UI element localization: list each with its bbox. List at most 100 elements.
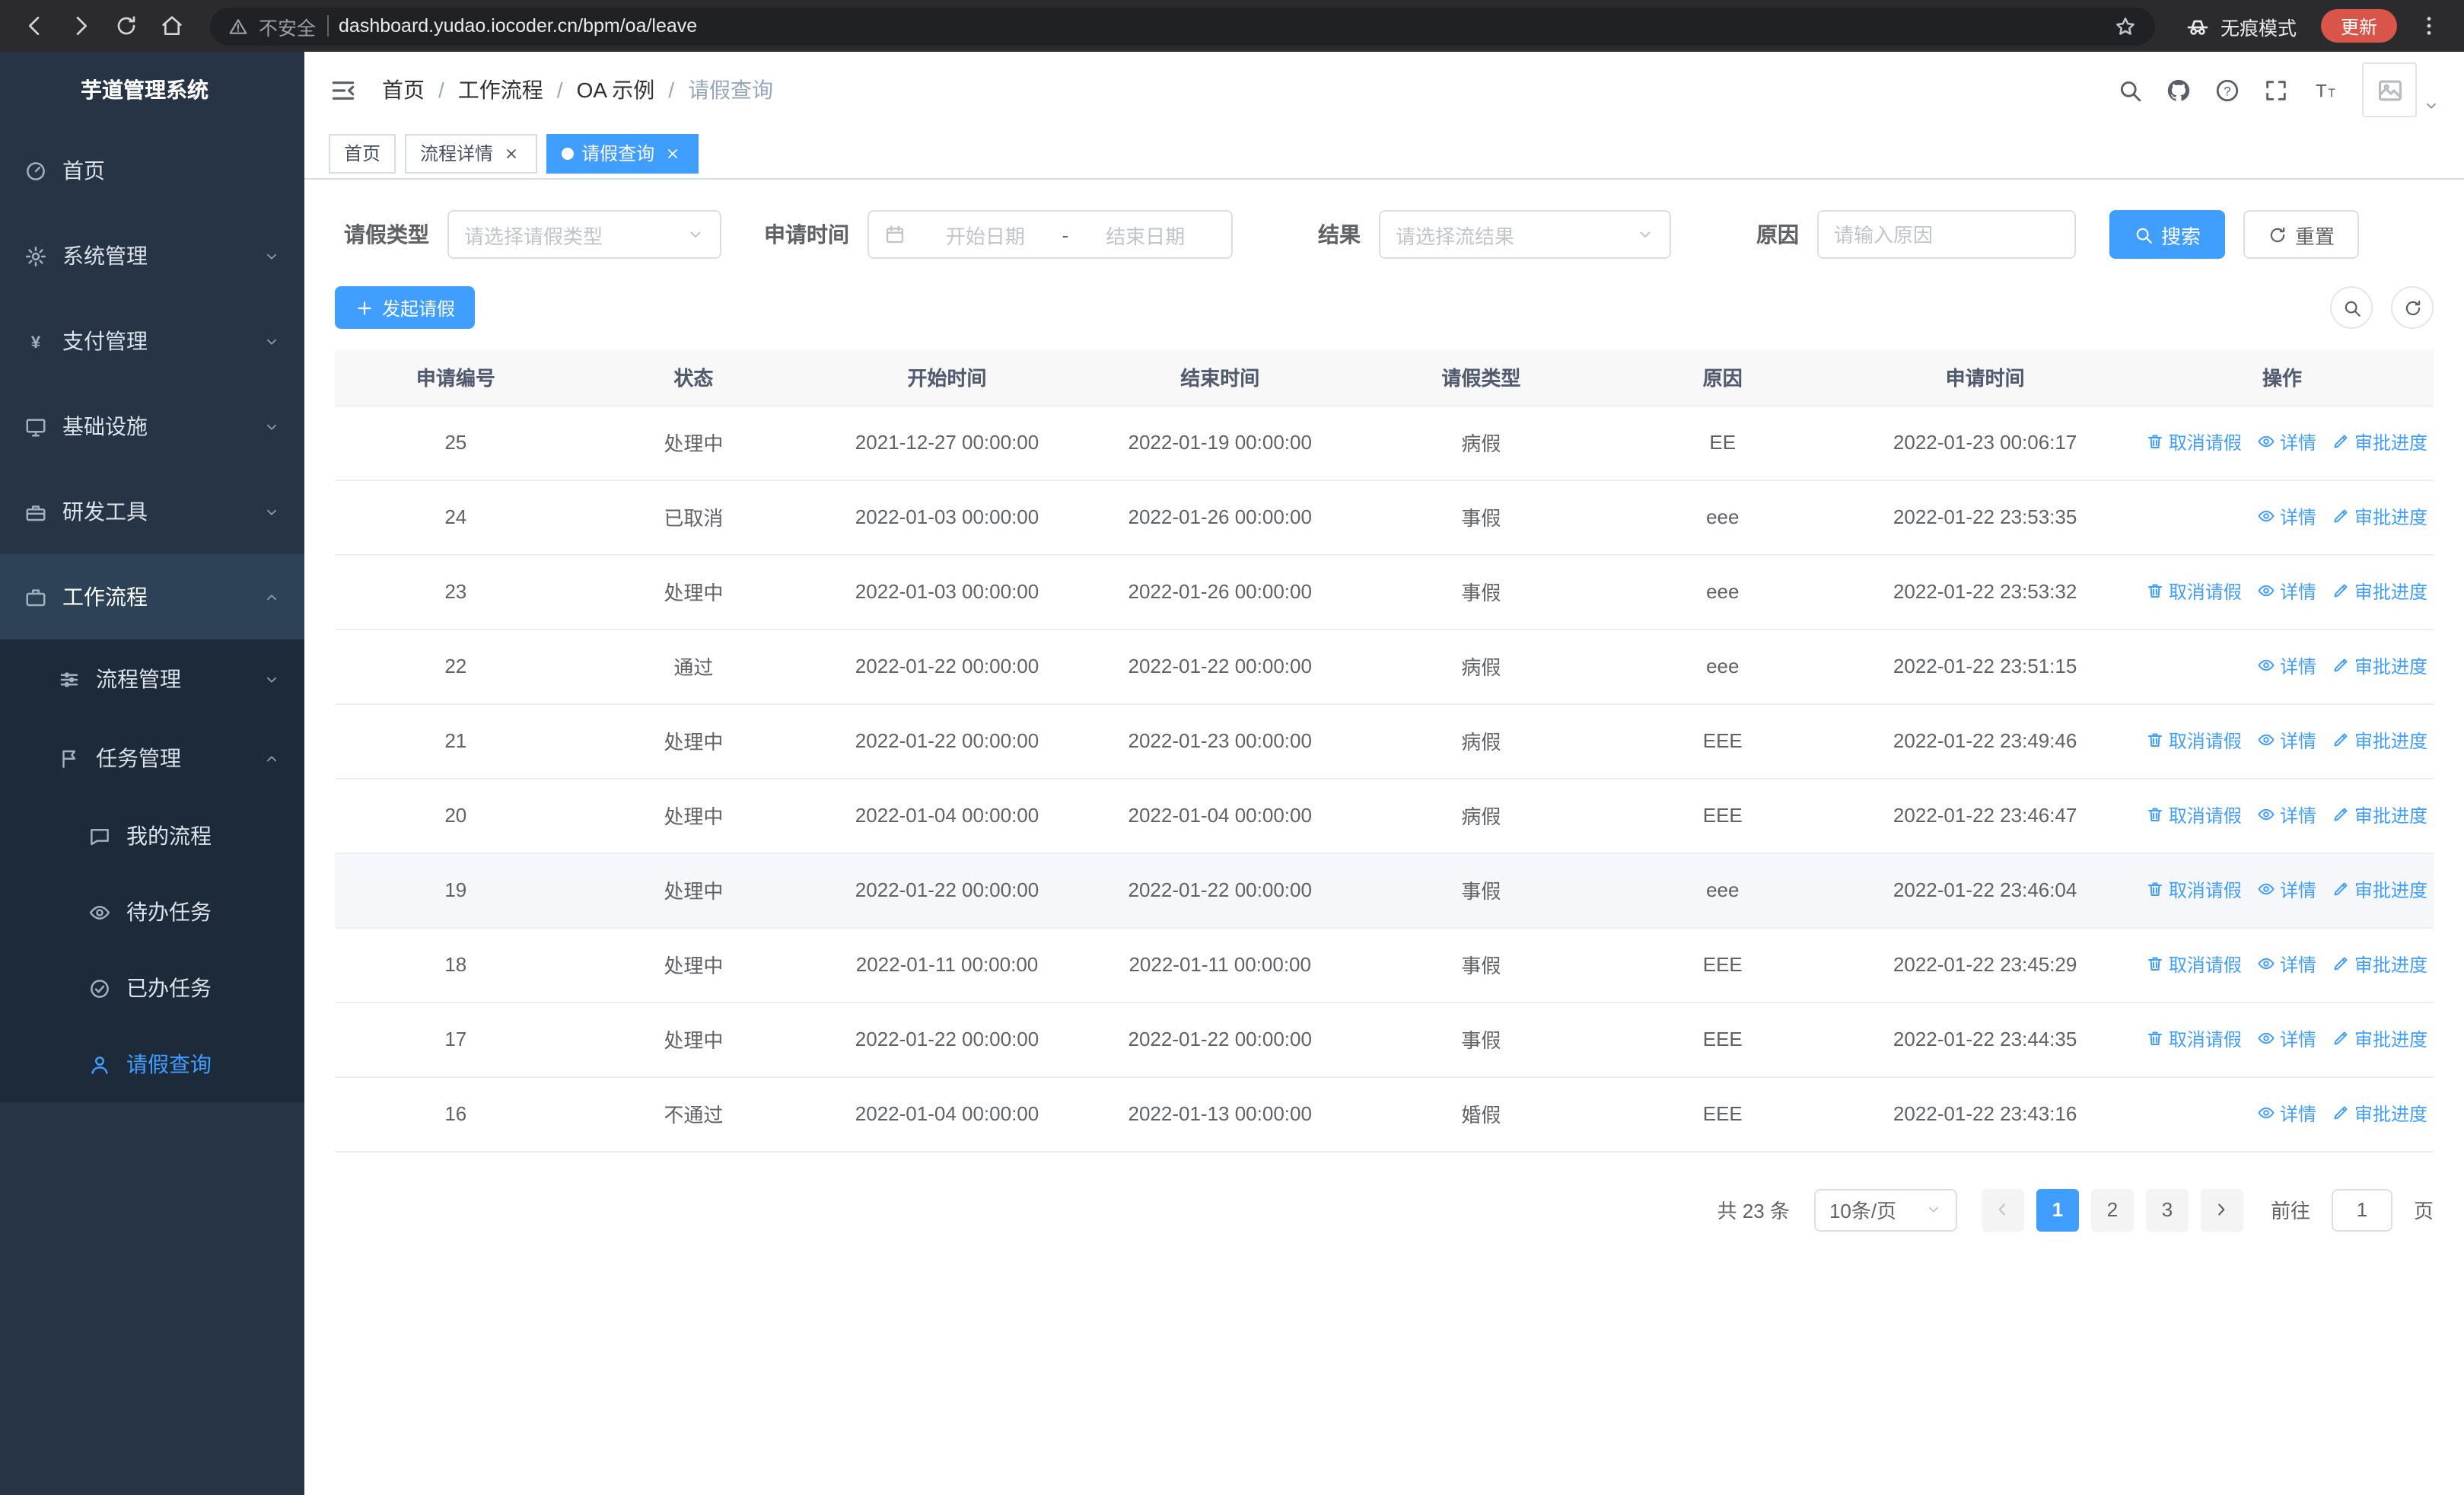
action-progress-link[interactable]: 审批进度 — [2332, 579, 2427, 604]
create-leave-button[interactable]: 发起请假 — [335, 286, 476, 329]
back-icon[interactable] — [15, 6, 55, 46]
action-detail-link[interactable]: 详情 — [2257, 1101, 2316, 1127]
leave-type-select[interactable]: 请选择请假类型 — [447, 210, 721, 259]
date-end-placeholder: 结束日期 — [1106, 225, 1186, 247]
tab-close-icon[interactable] — [662, 142, 683, 164]
page-content: 请假类型 请选择请假类型 申请时间 开始日期 - 结束日期 结果 请选择流结果 … — [304, 180, 2464, 1495]
action-progress-link[interactable]: 审批进度 — [2332, 952, 2427, 977]
calendar-icon — [884, 224, 906, 245]
action-detail-link[interactable]: 详情 — [2257, 504, 2316, 530]
action-detail-link[interactable]: 详情 — [2257, 802, 2316, 828]
action-detail-link[interactable]: 详情 — [2257, 877, 2316, 903]
search-button[interactable]: 搜索 — [2109, 210, 2226, 259]
page-goto-input[interactable] — [2331, 1188, 2392, 1231]
action-progress-link[interactable]: 审批进度 — [2332, 1026, 2427, 1052]
sidebar-item-已办任务[interactable]: 已办任务 — [0, 950, 304, 1026]
page-button-2[interactable]: 2 — [2090, 1188, 2134, 1231]
action-progress-link[interactable]: 审批进度 — [2332, 504, 2427, 530]
fullscreen-icon[interactable] — [2263, 77, 2289, 103]
sidebar-item-label: 任务管理 — [96, 746, 181, 770]
action-detail-link[interactable]: 详情 — [2257, 728, 2316, 754]
search-icon[interactable] — [2117, 77, 2143, 103]
action-label: 审批进度 — [2354, 954, 2427, 976]
svg-text:T: T — [2316, 81, 2327, 101]
sidebar-fold-icon[interactable] — [329, 75, 358, 104]
prev-page-button[interactable] — [1981, 1188, 2024, 1231]
action-cancel-link[interactable]: 取消请假 — [2146, 802, 2242, 828]
sidebar-item-系统管理[interactable]: 系统管理 — [0, 213, 304, 298]
breadcrumb-item[interactable]: 工作流程 — [458, 75, 543, 105]
reset-button[interactable]: 重置 — [2243, 210, 2360, 259]
fontsize-icon[interactable]: TT — [2312, 77, 2338, 103]
action-cancel-link[interactable]: 取消请假 — [2146, 579, 2242, 604]
action-detail-link[interactable]: 详情 — [2257, 429, 2316, 455]
url-bar[interactable]: 不安全 dashboard.yudao.iocoder.cn/bpm/oa/le… — [210, 7, 2155, 45]
toggle-search-icon[interactable] — [2330, 286, 2373, 329]
action-progress-link[interactable]: 审批进度 — [2332, 1101, 2427, 1127]
sidebar-item-待办任务[interactable]: 待办任务 — [0, 874, 304, 950]
action-progress-link[interactable]: 审批进度 — [2332, 802, 2427, 828]
cell-applied: 2022-01-22 23:53:35 — [1839, 480, 2131, 555]
star-icon[interactable] — [2114, 14, 2137, 37]
next-page-button[interactable] — [2200, 1188, 2243, 1231]
sidebar-item-我的流程[interactable]: 我的流程 — [0, 798, 304, 874]
page-size-select[interactable]: 10条/页 — [1813, 1188, 1957, 1231]
reload-icon[interactable] — [107, 6, 146, 46]
action-cancel-link[interactable]: 取消请假 — [2146, 877, 2242, 903]
action-detail-link[interactable]: 详情 — [2257, 952, 2316, 977]
page-button-1[interactable]: 1 — [2036, 1188, 2079, 1231]
sidebar-item-任务管理[interactable]: 任务管理 — [0, 719, 304, 798]
sidebar-item-流程管理[interactable]: 流程管理 — [0, 639, 304, 719]
result-select[interactable]: 请选择流结果 — [1379, 210, 1671, 259]
home-icon[interactable] — [152, 6, 192, 46]
date-range-picker[interactable]: 开始日期 - 结束日期 — [867, 210, 1233, 259]
action-progress-link[interactable]: 审批进度 — [2332, 877, 2427, 903]
reason-input[interactable] — [1834, 223, 2059, 246]
tab-首页[interactable]: 首页 — [329, 133, 396, 173]
sidebar-item-工作流程[interactable]: 工作流程 — [0, 554, 304, 639]
page-button-3[interactable]: 3 — [2145, 1188, 2189, 1231]
action-detail-link[interactable]: 详情 — [2257, 1026, 2316, 1052]
svg-text:T: T — [2328, 87, 2335, 100]
view-icon — [2257, 732, 2275, 750]
action-progress-link[interactable]: 审批进度 — [2332, 429, 2427, 455]
question-icon[interactable]: ? — [2214, 77, 2240, 103]
url-text: dashboard.yudao.iocoder.cn/bpm/oa/leave — [339, 15, 698, 37]
cell-reason: EE — [1606, 405, 1840, 480]
table-refresh-icon[interactable] — [2391, 286, 2434, 329]
browser-update-button[interactable]: 更新 — [2320, 9, 2397, 43]
action-cancel-link[interactable]: 取消请假 — [2146, 1026, 2242, 1052]
sidebar-item-基础设施[interactable]: 基础设施 — [0, 384, 304, 469]
cell-reason: eee — [1606, 853, 1840, 928]
forward-icon[interactable] — [61, 6, 100, 46]
breadcrumb-item[interactable]: 首页 — [382, 75, 425, 105]
user-menu[interactable] — [2362, 62, 2440, 117]
browser-menu-icon[interactable] — [2409, 6, 2449, 46]
cell-id: 18 — [335, 927, 577, 1003]
sidebar-item-研发工具[interactable]: 研发工具 — [0, 469, 304, 554]
action-detail-link[interactable]: 详情 — [2257, 653, 2316, 679]
action-progress-link[interactable]: 审批进度 — [2332, 653, 2427, 679]
github-icon[interactable] — [2166, 77, 2192, 103]
cell-status: 处理中 — [576, 1002, 811, 1077]
active-tab-dot — [562, 147, 575, 159]
action-detail-link[interactable]: 详情 — [2257, 579, 2316, 604]
sidebar-item-首页[interactable]: 首页 — [0, 128, 304, 213]
action-progress-link[interactable]: 审批进度 — [2332, 728, 2427, 754]
action-cancel-link[interactable]: 取消请假 — [2146, 728, 2242, 754]
cell-type: 病假 — [1356, 778, 1606, 853]
tab-close-icon[interactable] — [501, 142, 522, 164]
action-label: 审批进度 — [2354, 1028, 2427, 1050]
sidebar-item-请假查询[interactable]: 请假查询 — [0, 1026, 304, 1102]
delete-icon — [2146, 881, 2164, 899]
cell-end: 2022-01-19 00:00:00 — [1083, 405, 1357, 480]
tab-请假查询[interactable]: 请假查询 — [546, 133, 699, 173]
cell-type: 事假 — [1356, 480, 1606, 555]
tab-流程详情[interactable]: 流程详情 — [405, 133, 538, 173]
sidebar-item-支付管理[interactable]: ¥ 支付管理 — [0, 298, 304, 384]
breadcrumb-item[interactable]: OA 示例 — [577, 75, 655, 105]
cell-applied: 2022-01-22 23:53:32 — [1839, 554, 2131, 630]
cell-end: 2022-01-13 00:00:00 — [1083, 1076, 1357, 1152]
action-cancel-link[interactable]: 取消请假 — [2146, 952, 2242, 977]
action-cancel-link[interactable]: 取消请假 — [2146, 429, 2242, 455]
